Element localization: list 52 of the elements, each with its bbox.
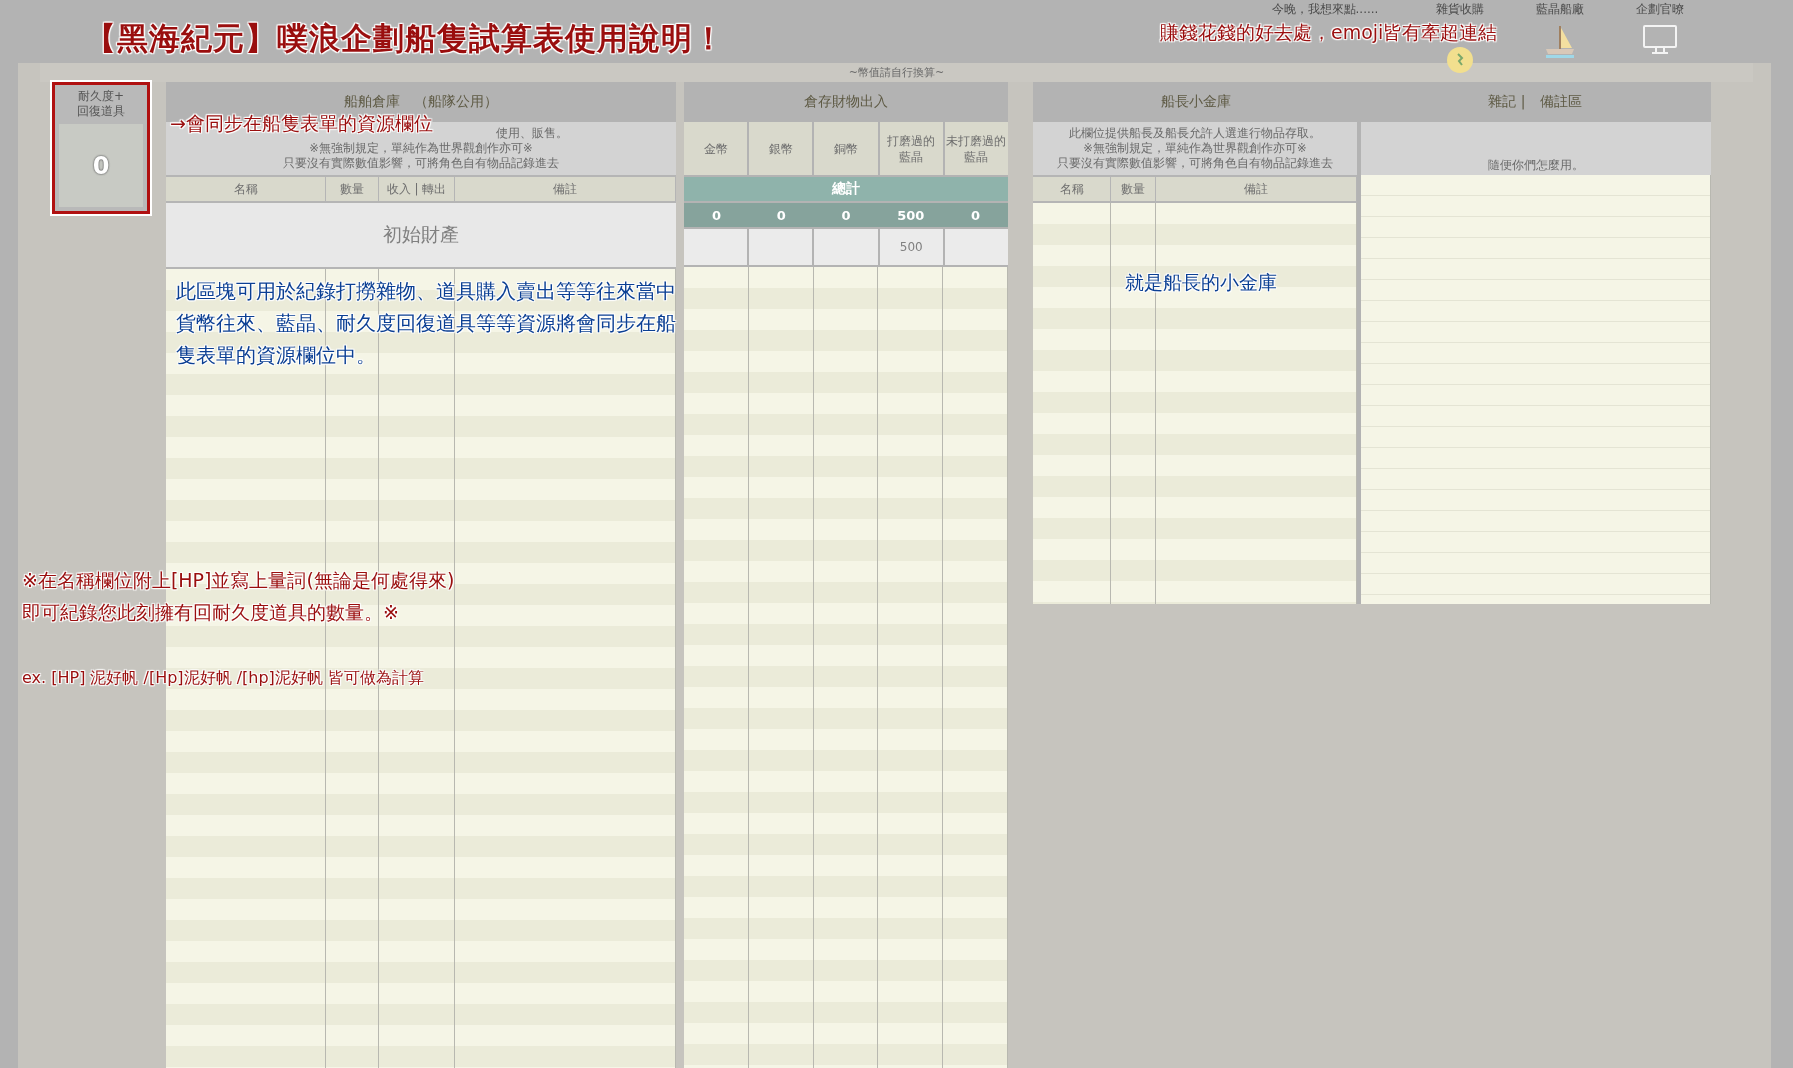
exchange-note: ~幣值請自行換算~ [848,65,945,80]
panel-title: 船長小金庫 [1161,93,1231,111]
coin-icon[interactable] [1446,46,1474,74]
page-title: 【黑海紀元】噗浪企劃船隻試算表使用說明！ [85,19,725,58]
total-value: 500 [896,206,926,225]
table-cell [749,229,813,265]
table-cell [684,229,748,265]
column-header: 金幣 [684,122,748,175]
column-header: 數量 [1111,177,1156,201]
hp-example: ex. [HP] 泥好帆 /[Hp]泥好帆 /[hp]泥好帆 皆可做為計算 [22,668,424,689]
column-header: 銀幣 [749,122,813,175]
hp-note-line: ※在名稱欄位附上[HP]並寫上量詞(無論是何處得來) [22,568,455,593]
panel-title: 船舶倉庫 （船隊公用） [344,93,498,111]
vault-annotation: 就是船長的小金庫 [1125,270,1277,295]
sync-annotation: →會同步在船隻表單的資源欄位 [170,111,433,136]
notes-hint: 隨便你們怎麼用。 [1488,158,1584,172]
total-value: 0 [775,206,787,225]
durability-value: 0 [59,124,143,207]
header-link[interactable]: 藍晶船廠 [1536,1,1584,18]
panel-title: 倉存財物出入 [804,93,888,111]
table-cell [814,229,878,265]
durability-label: 耐久度+ 回復道具 [77,89,125,119]
total-value: 0 [970,206,982,225]
column-header: 打磨過的藍晶 [879,122,943,175]
total-label: 總計 [684,177,1008,201]
description-line: ※無強制規定，單純作為世界觀創作亦可※ [309,141,533,155]
description-line: 只要沒有實際數值影響，可將角色自有物品記錄進去 [283,156,559,170]
initial-row-label: 初始財產 [383,222,459,247]
column-header: 名稱 [1033,177,1111,201]
panel-title: 雜記 | 備註區 [1488,93,1582,111]
table-cell [944,229,1008,265]
hp-note-line: 即可紀錄您此刻擁有回耐久度道具的數量。※ [22,600,399,625]
monitor-icon[interactable] [1642,24,1678,56]
links-note: 賺錢花錢的好去處，emoji皆有牽超連結 [1160,20,1498,45]
description-line: 使用、販售。 [496,126,568,140]
header-link[interactable]: 企劃官暸 [1636,1,1684,18]
column-header: 銅幣 [814,122,878,175]
warehouse-note: 此區塊可用於紀錄打撈雜物、道具購入賣出等等往來當中貨幣往來、藍晶、耐久度回復道具等等資源將會同步在船隻表單的資源欄位中。 [176,279,677,369]
column-header: 備註 [1156,177,1357,201]
description-line: 此欄位提供船長及船長允許人選進行物品存取。 [1069,126,1321,140]
initial-value: 500 [899,240,923,254]
column-header: 收入 | 轉出 [379,177,455,201]
header-link[interactable]: 今晚，我想來點...... [1271,1,1379,18]
total-value: 0 [710,206,722,225]
column-header: 備註 [455,177,676,201]
header-link[interactable]: 雜貨收購 [1436,1,1484,18]
description-line: ※無強制規定，單純作為世界觀創作亦可※ [1083,141,1307,155]
column-header: 未打磨過的藍晶 [944,122,1008,175]
total-value: 0 [840,206,852,225]
column-header: 數量 [326,177,379,201]
description-line: 只要沒有實際數值影響，可將角色自有物品記錄進去 [1057,156,1333,170]
column-header: 名稱 [166,177,326,201]
